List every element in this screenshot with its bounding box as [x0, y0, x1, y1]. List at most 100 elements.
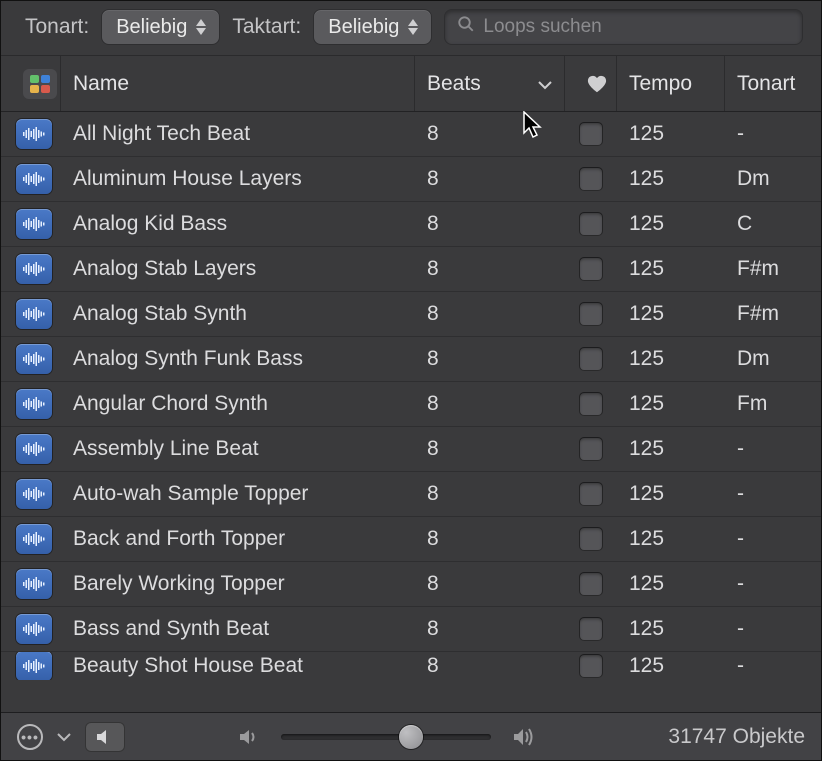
- audio-loop-icon[interactable]: [16, 119, 52, 149]
- table-row[interactable]: Angular Chord Synth 8 125 Fm: [1, 382, 821, 427]
- speaker-icon: [96, 729, 114, 745]
- favorite-checkbox[interactable]: [579, 167, 603, 191]
- loop-tempo: 125: [617, 157, 725, 201]
- favorite-checkbox[interactable]: [579, 482, 603, 506]
- loop-name: Barely Working Topper: [61, 562, 415, 606]
- table-row[interactable]: Aluminum House Layers 8 125 Dm: [1, 157, 821, 202]
- loop-name: Back and Forth Topper: [61, 517, 415, 561]
- key-filter-label: Tonart:: [25, 15, 89, 39]
- loop-beats: 8: [415, 202, 565, 246]
- loop-tempo: 125: [617, 562, 725, 606]
- audio-loop-icon[interactable]: [16, 652, 52, 680]
- loop-key: C: [725, 202, 821, 246]
- loop-tempo: 125: [617, 517, 725, 561]
- timesig-filter-label: Taktart:: [232, 15, 301, 39]
- table-row[interactable]: Analog Stab Layers 8 125 F#m: [1, 247, 821, 292]
- table-row[interactable]: Barely Working Topper 8 125 -: [1, 562, 821, 607]
- preview-volume-slider[interactable]: [281, 734, 491, 740]
- loop-name: Analog Synth Funk Bass: [61, 337, 415, 381]
- search-input[interactable]: [483, 16, 790, 38]
- timesig-filter-dropdown[interactable]: Beliebig: [313, 9, 432, 45]
- favorite-checkbox[interactable]: [579, 122, 603, 146]
- audio-loop-icon[interactable]: [16, 209, 52, 239]
- audio-loop-icon[interactable]: [16, 614, 52, 644]
- loop-name: All Night Tech Beat: [61, 112, 415, 156]
- loop-name: Aluminum House Layers: [61, 157, 415, 201]
- favorite-checkbox[interactable]: [579, 437, 603, 461]
- audio-loop-icon[interactable]: [16, 344, 52, 374]
- favorite-checkbox[interactable]: [579, 392, 603, 416]
- loop-key: Fm: [725, 382, 821, 426]
- loop-name: Analog Kid Bass: [61, 202, 415, 246]
- timesig-filter-value: Beliebig: [328, 16, 399, 39]
- column-header-beats[interactable]: Beats: [415, 56, 565, 111]
- loop-name: Analog Stab Synth: [61, 292, 415, 336]
- audio-loop-icon[interactable]: [16, 389, 52, 419]
- updown-icon: [407, 16, 423, 38]
- ellipsis-icon: •••: [21, 729, 39, 745]
- favorite-checkbox[interactable]: [579, 302, 603, 326]
- favorite-checkbox[interactable]: [579, 257, 603, 281]
- preview-mute-button[interactable]: [85, 722, 125, 752]
- search-field[interactable]: [444, 9, 803, 45]
- updown-icon: [195, 16, 211, 38]
- loop-key: -: [725, 562, 821, 606]
- loop-tempo: 125: [617, 112, 725, 156]
- loop-key: F#m: [725, 247, 821, 291]
- audio-loop-icon[interactable]: [16, 434, 52, 464]
- table-row[interactable]: Analog Stab Synth 8 125 F#m: [1, 292, 821, 337]
- audio-loop-icon[interactable]: [16, 299, 52, 329]
- favorite-checkbox[interactable]: [579, 347, 603, 371]
- audio-loop-icon[interactable]: [16, 524, 52, 554]
- loop-name: Analog Stab Layers: [61, 247, 415, 291]
- favorite-checkbox[interactable]: [579, 654, 603, 678]
- audio-loop-icon[interactable]: [16, 164, 52, 194]
- loop-beats: 8: [415, 112, 565, 156]
- favorite-checkbox[interactable]: [579, 527, 603, 551]
- table-row[interactable]: Assembly Line Beat 8 125 -: [1, 427, 821, 472]
- column-header-key[interactable]: Tonart: [725, 56, 821, 111]
- key-filter-dropdown[interactable]: Beliebig: [101, 9, 220, 45]
- loop-tempo: 125: [617, 337, 725, 381]
- view-toggle-button[interactable]: [23, 69, 57, 99]
- loop-beats: 8: [415, 607, 565, 651]
- loop-key: -: [725, 472, 821, 516]
- loop-key: -: [725, 652, 821, 680]
- loop-name: Assembly Line Beat: [61, 427, 415, 471]
- loop-key: F#m: [725, 292, 821, 336]
- loop-name: Beauty Shot House Beat: [61, 652, 415, 680]
- table-row[interactable]: Analog Synth Funk Bass 8 125 Dm: [1, 337, 821, 382]
- table-row[interactable]: Back and Forth Topper 8 125 -: [1, 517, 821, 562]
- table-row[interactable]: All Night Tech Beat 8 125 -: [1, 112, 821, 157]
- table-row[interactable]: Analog Kid Bass 8 125 C: [1, 202, 821, 247]
- audio-loop-icon[interactable]: [16, 569, 52, 599]
- loop-key: -: [725, 517, 821, 561]
- loop-tempo: 125: [617, 607, 725, 651]
- more-options-button[interactable]: •••: [17, 724, 43, 750]
- loop-tempo: 125: [617, 427, 725, 471]
- loop-name: Bass and Synth Beat: [61, 607, 415, 651]
- table-row[interactable]: Auto-wah Sample Topper 8 125 -: [1, 472, 821, 517]
- loop-tempo: 125: [617, 292, 725, 336]
- column-header-beats-label: Beats: [427, 72, 481, 96]
- loop-key: Dm: [725, 157, 821, 201]
- slider-thumb[interactable]: [399, 725, 423, 749]
- column-header-tempo[interactable]: Tempo: [617, 56, 725, 111]
- loop-list[interactable]: All Night Tech Beat 8 125 - Aluminum Hou…: [1, 112, 821, 732]
- audio-loop-icon[interactable]: [16, 254, 52, 284]
- column-header-favorite[interactable]: [565, 56, 617, 111]
- chevron-down-icon: [538, 72, 552, 96]
- column-header-name[interactable]: Name: [61, 56, 415, 111]
- table-row[interactable]: Bass and Synth Beat 8 125 -: [1, 607, 821, 652]
- audio-loop-icon[interactable]: [16, 479, 52, 509]
- favorite-checkbox[interactable]: [579, 617, 603, 641]
- table-row[interactable]: Beauty Shot House Beat 8 125 -: [1, 652, 821, 680]
- volume-low-icon: [239, 728, 259, 746]
- loop-tempo: 125: [617, 247, 725, 291]
- loop-beats: 8: [415, 427, 565, 471]
- favorite-checkbox[interactable]: [579, 572, 603, 596]
- loop-key: Dm: [725, 337, 821, 381]
- loop-beats: 8: [415, 652, 565, 680]
- footer-disclosure-button[interactable]: [57, 732, 71, 742]
- favorite-checkbox[interactable]: [579, 212, 603, 236]
